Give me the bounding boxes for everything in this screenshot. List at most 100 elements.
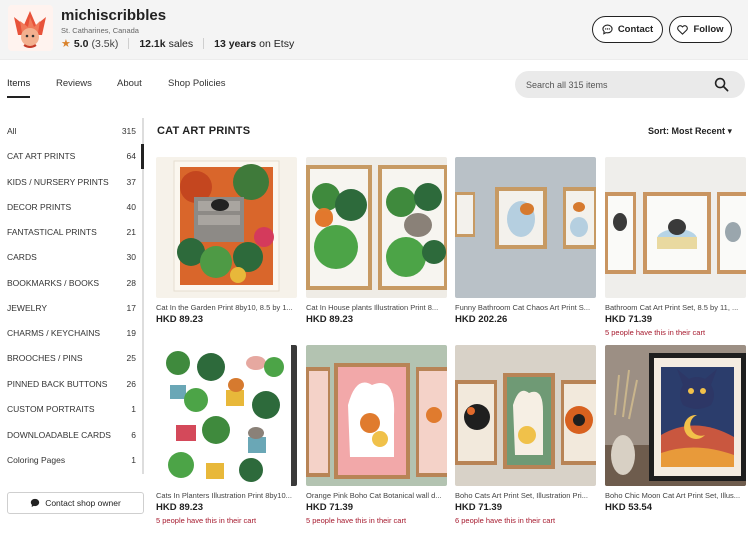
category-item-bookmarks[interactable]: BOOKMARKS / BOOKS 28 [7, 273, 136, 293]
product-price: HKD 53.54 [605, 502, 652, 513]
sort-dropdown[interactable]: Sort: Most Recent ▾ [648, 126, 732, 137]
cart-notice: 5 people have this in their cart [605, 328, 706, 337]
category-item-decor-prints[interactable]: DECOR PRINTS 40 [7, 197, 136, 217]
product-title[interactable]: Orange Pink Boho Cat Botanical wall d... [306, 491, 447, 500]
category-label: KIDS / NURSERY PRINTS [7, 177, 109, 187]
category-item-cat-art-prints[interactable]: CAT ART PRINTS 64 [7, 146, 136, 166]
search-icon[interactable] [714, 77, 729, 92]
tab-shop-policies[interactable]: Shop Policies [168, 78, 226, 89]
category-active-indicator [141, 144, 144, 169]
product-image[interactable] [306, 345, 447, 486]
product-card[interactable]: Cat In the Garden Print 8by10, 8.5 by 1.… [156, 157, 297, 325]
product-title[interactable]: Boho Chic Moon Cat Art Print Set, Illus.… [605, 491, 746, 500]
contact-button[interactable]: Contact [592, 16, 663, 43]
category-item-charms[interactable]: CHARMS / KEYCHAINS 19 [7, 323, 136, 343]
contact-label: Contact [617, 24, 654, 35]
tab-reviews[interactable]: Reviews [56, 78, 92, 89]
search-placeholder: Search all 315 items [526, 79, 608, 90]
heart-icon [677, 24, 689, 35]
product-title[interactable]: Bathroom Cat Art Print Set, 8.5 by 11, .… [605, 303, 746, 312]
category-label: BOOKMARKS / BOOKS [7, 278, 100, 288]
follow-label: Follow [693, 24, 724, 35]
category-count: 315 [121, 126, 136, 136]
product-image[interactable] [605, 345, 746, 486]
product-image[interactable] [156, 157, 297, 298]
follow-button[interactable]: Follow [669, 16, 732, 43]
shop-search-input[interactable]: Search all 315 items [515, 71, 745, 98]
tab-active-indicator [7, 96, 30, 98]
product-image[interactable] [156, 345, 297, 486]
category-count: 25 [126, 353, 136, 363]
product-card[interactable]: Boho Chic Moon Cat Art Print Set, Illus.… [605, 345, 746, 513]
years-count: 13 years [214, 37, 257, 50]
product-card[interactable]: Bathroom Cat Art Print Set, 8.5 by 11, .… [605, 157, 746, 337]
shop-rating: 5.0 [73, 37, 89, 50]
category-label: DOWNLOADABLE CARDS [7, 430, 111, 440]
category-label: JEWELRY [7, 303, 47, 313]
cart-notice: 6 people have this in their cart [455, 516, 556, 525]
product-card[interactable]: Orange Pink Boho Cat Botanical wall d...… [306, 345, 447, 525]
category-item-custom-portraits[interactable]: CUSTOM PORTRAITS 1 [7, 399, 136, 419]
category-label: BROOCHES / PINS [7, 353, 83, 363]
contact-shop-owner-button[interactable]: Contact shop owner [7, 492, 144, 514]
product-title[interactable]: Cat In the Garden Print 8by10, 8.5 by 1.… [156, 303, 297, 312]
category-count: 64 [126, 151, 136, 161]
category-count: 21 [126, 227, 136, 237]
category-label: CAT ART PRINTS [7, 151, 76, 161]
category-label: Coloring Pages [7, 455, 66, 465]
category-item-cards[interactable]: CARDS 30 [7, 247, 136, 267]
category-item-fantastical[interactable]: FANTASTICAL PRINTS 21 [7, 222, 136, 242]
product-price: HKD 71.39 [306, 502, 353, 513]
shop-location: St. Catharines, Canada [61, 26, 139, 35]
section-title: CAT ART PRINTS [157, 125, 251, 137]
category-item-jewelry[interactable]: JEWELRY 17 [7, 298, 136, 318]
product-image[interactable] [306, 157, 447, 298]
category-count: 28 [126, 278, 136, 288]
contact-owner-label: Contact shop owner [45, 498, 121, 508]
category-label: FANTASTICAL PRINTS [7, 227, 97, 237]
tab-about[interactable]: About [117, 78, 142, 89]
product-image[interactable] [455, 157, 596, 298]
product-price: HKD 71.39 [605, 314, 652, 325]
product-title[interactable]: Cats In Planters Illustration Print 8by1… [156, 491, 297, 500]
cart-notice: 5 people have this in their cart [306, 516, 407, 525]
shop-header: michiscribbles St. Catharines, Canada ★ … [0, 0, 748, 60]
category-count: 17 [126, 303, 136, 313]
product-price: HKD 89.23 [306, 314, 353, 325]
product-card[interactable]: Boho Cats Art Print Set, Illustration Pr… [455, 345, 596, 525]
shop-stats: ★ 5.0 (3.5k) 12.1k sales 13 years on Ets… [61, 37, 295, 51]
product-card[interactable]: Cats In Planters Illustration Print 8by1… [156, 345, 297, 525]
category-count: 19 [126, 328, 136, 338]
category-count: 30 [126, 252, 136, 262]
years-suffix: on Etsy [259, 37, 295, 50]
category-item-brooches[interactable]: BROOCHES / PINS 25 [7, 348, 136, 368]
message-icon [602, 24, 613, 35]
stats-divider [203, 38, 205, 49]
product-price: HKD 89.23 [156, 502, 203, 513]
category-sidebar: All 315 CAT ART PRINTS 64 KIDS / NURSERY P… [0, 118, 144, 474]
category-item-pinned-buttons[interactable]: PINNED BACK BUTTONS 26 [7, 374, 136, 394]
category-label: CARDS [7, 252, 37, 262]
tab-items[interactable]: Items [7, 78, 30, 89]
product-title[interactable]: Boho Cats Art Print Set, Illustration Pr… [455, 491, 596, 500]
product-title[interactable]: Funny Bathroom Cat Chaos Art Print S... [455, 303, 596, 312]
category-label: DECOR PRINTS [7, 202, 72, 212]
category-label: CHARMS / KEYCHAINS [7, 328, 101, 338]
category-item-downloadable-cards[interactable]: DOWNLOADABLE CARDS 6 [7, 425, 136, 445]
shop-name[interactable]: michiscribbles [61, 7, 166, 24]
product-card[interactable]: Funny Bathroom Cat Chaos Art Print S... … [455, 157, 596, 325]
category-item-coloring-pages[interactable]: Coloring Pages 1 [7, 450, 136, 470]
category-count: 37 [126, 177, 136, 187]
category-item-all[interactable]: All 315 [7, 121, 136, 141]
category-label: All [7, 126, 17, 136]
shop-rating-count[interactable]: (3.5k) [91, 38, 118, 50]
category-label: PINNED BACK BUTTONS [7, 379, 108, 389]
shop-logo[interactable] [8, 5, 53, 51]
product-image[interactable] [605, 157, 746, 298]
category-count: 1 [131, 404, 136, 414]
product-title[interactable]: Cat In House plants Illustration Print 8… [306, 303, 447, 312]
category-item-kids-nursery[interactable]: KIDS / NURSERY PRINTS 37 [7, 172, 136, 192]
product-card[interactable]: Cat In House plants Illustration Print 8… [306, 157, 447, 325]
product-image[interactable] [455, 345, 596, 486]
category-count: 6 [131, 430, 136, 440]
